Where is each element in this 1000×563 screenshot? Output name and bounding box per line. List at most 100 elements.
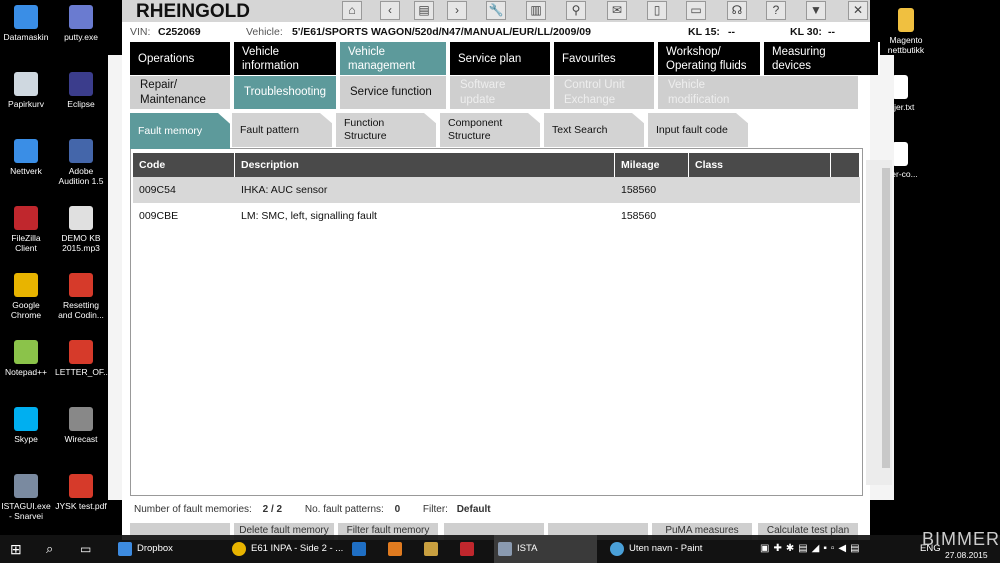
tab-text-search[interactable]: Text Search	[544, 113, 644, 147]
subnav-item-4: Control Unit Exchange	[554, 76, 656, 109]
nav-tab-3[interactable]: Service plan	[450, 42, 552, 75]
taskbar-paint[interactable]: Uten navn - Paint	[610, 535, 702, 563]
print-icon[interactable]: ▭	[686, 1, 706, 20]
desktop-icon-label: ISTAGUI.exe - Snarvei	[1, 501, 51, 521]
cell-description: IHKA: AUC sensor	[241, 184, 328, 196]
back-icon[interactable]: ‹	[380, 1, 400, 20]
desktop-icon-label: LETTER_OF...	[55, 367, 111, 377]
taskbar-ista[interactable]: ISTA	[494, 535, 598, 563]
taskbar-dropbox[interactable]: Dropbox	[118, 535, 173, 563]
desktop-icon[interactable]: Eclipse	[55, 72, 107, 109]
desktop-icon[interactable]: putty.exe	[55, 5, 107, 42]
desktop-icon[interactable]: JYSK test.pdf	[55, 474, 107, 511]
taskbar-tool[interactable]	[424, 535, 438, 563]
subnav-item-2[interactable]: Service function	[340, 76, 448, 109]
status-footer: Number of fault memories: 2 / 2 No. faul…	[134, 500, 491, 520]
desktop-icon-image	[69, 474, 93, 498]
column-header-mileage[interactable]: Mileage	[615, 153, 689, 177]
desktop-icon-label: Datamaskin	[3, 32, 49, 42]
battery-icon[interactable]: ▯	[647, 1, 667, 20]
desktop-icon[interactable]: Wirecast	[55, 407, 107, 444]
start-button[interactable]: ⊞	[10, 535, 22, 563]
tab-component-structure[interactable]: Component Structure	[440, 113, 540, 147]
tab-fault-pattern[interactable]: Fault pattern	[232, 113, 332, 147]
scrollbar[interactable]	[866, 160, 892, 485]
filter-value: Default	[456, 504, 491, 515]
taskbar-filezilla[interactable]	[460, 535, 474, 563]
system-tray-icons[interactable]: ▣✚✱▤◢▪▫◀▤	[760, 535, 864, 563]
desktop-icon[interactable]: Adobe Audition 1.5	[55, 139, 107, 186]
mail-icon[interactable]: ✉	[607, 1, 627, 20]
tool-icon	[424, 542, 438, 556]
desktop-icon[interactable]: ISTAGUI.exe - Snarvei	[0, 474, 52, 521]
column-header-class[interactable]: Class	[689, 153, 831, 177]
taskbar-outlook[interactable]	[352, 535, 366, 563]
kl30-label: KL 30:	[790, 26, 822, 38]
taskbar: ⊞ ⌕ ▭ Dropbox E61 INPA - Side 2 - ... IS…	[0, 529, 1000, 563]
air-icon[interactable]: ☊	[727, 1, 747, 20]
vehicle-label: Vehicle:	[246, 26, 283, 38]
link-icon[interactable]: ⚲	[566, 1, 586, 20]
desktop-icon[interactable]: Datamaskin	[0, 5, 52, 42]
wrench-icon[interactable]: 🔧	[486, 1, 506, 20]
nav-tab-0[interactable]: Operations	[130, 42, 232, 75]
download-icon[interactable]: ▼	[806, 1, 826, 20]
copy-icon[interactable]: ▤	[414, 1, 434, 20]
desktop-icon[interactable]: Skype	[0, 407, 52, 444]
nav-tab-5[interactable]: Workshop/ Operating fluids	[658, 42, 762, 75]
column-header-code[interactable]: Code	[133, 153, 235, 177]
desktop-icon-image	[69, 5, 93, 29]
vehicle-value: 5'/E61/SPORTS WAGON/520d/N47/MANUAL/EUR/…	[292, 26, 591, 38]
taskbar-chrome[interactable]: E61 INPA - Side 2 - ...	[232, 535, 343, 563]
taskbar-label: Dropbox	[137, 543, 173, 554]
compare-icon[interactable]: ▥	[526, 1, 546, 20]
desktop-icon-label: Magento nettbutikk	[887, 35, 925, 55]
subnav-item-1[interactable]: Troubleshooting	[234, 76, 338, 109]
scrollbar-thumb[interactable]	[882, 168, 890, 468]
desktop-icon-label: Skype	[14, 434, 38, 444]
nav-tab-4[interactable]: Favourites	[554, 42, 656, 75]
table-row[interactable]: 009CBE LM: SMC, left, signalling fault 1…	[133, 203, 860, 229]
kl15-label: KL 15:	[688, 26, 720, 38]
desktop-icon[interactable]: Resetting and Codin...	[55, 273, 107, 320]
desktop-icon[interactable]: Nettverk	[0, 139, 52, 176]
taskbar-media[interactable]	[388, 535, 402, 563]
chrome-icon	[232, 542, 246, 556]
help-icon[interactable]: ?	[766, 1, 786, 20]
search-icon[interactable]: ⌕	[46, 535, 53, 563]
desktop-icon-image	[14, 139, 38, 163]
column-header-description[interactable]: Description	[235, 153, 615, 177]
close-icon[interactable]: ✕	[848, 1, 868, 20]
nav-tab-6[interactable]: Measuring devices	[764, 42, 868, 75]
tab-function-structure[interactable]: Function Structure	[336, 113, 436, 147]
nav-tab-2[interactable]: Vehicle management	[340, 42, 448, 75]
tab-input-fault-code[interactable]: Input fault code	[648, 113, 748, 147]
desktop-icon[interactable]: Papirkurv	[0, 72, 52, 109]
desktop-icon-image	[898, 8, 914, 32]
desktop-icon-image	[14, 72, 38, 96]
forward-icon[interactable]: ›	[447, 1, 467, 20]
desktop-icon[interactable]: Magento nettbutikk	[880, 8, 932, 55]
subnav-item-0[interactable]: Repair/ Maintenance	[130, 76, 232, 109]
desktop-icon[interactable]: LETTER_OF...	[55, 340, 111, 377]
task-view-icon[interactable]: ▭	[80, 535, 91, 563]
desktop-icon[interactable]: Notepad++	[0, 340, 52, 377]
desktop-icon[interactable]: FileZilla Client	[0, 206, 52, 253]
nav-tab-1[interactable]: Vehicle information	[234, 42, 338, 75]
cell-description: LM: SMC, left, signalling fault	[241, 210, 377, 222]
desktop-icon-label: Resetting and Codin...	[58, 300, 104, 320]
desktop-icon-label: Wirecast	[64, 434, 98, 444]
kl30-value: --	[828, 26, 835, 38]
desktop-icon[interactable]: Google Chrome	[0, 273, 52, 320]
filter-label: Filter:	[422, 504, 448, 515]
desktop-icon-image	[14, 5, 38, 29]
rheingold-window: RHEINGOLD ⌂ ‹ ▤ › 🔧 ▥ ⚲ ✉ ▯ ▭ ☊? ▼ ✕ VIN: C252069 Ve…	[122, 0, 880, 540]
home-icon[interactable]: ⌂	[342, 1, 362, 20]
kl15-value: --	[728, 26, 735, 38]
nav-tab-extra	[862, 42, 880, 75]
desktop-icon-label: DEMO KB 2015.mp3	[61, 233, 101, 253]
clock-date[interactable]: 27.08.2015	[945, 550, 988, 560]
desktop-icon[interactable]: DEMO KB 2015.mp3	[55, 206, 107, 253]
table-row[interactable]: 009C54 IHKA: AUC sensor 158560	[133, 177, 860, 203]
tab-fault-memory[interactable]: Fault memory	[130, 113, 230, 149]
